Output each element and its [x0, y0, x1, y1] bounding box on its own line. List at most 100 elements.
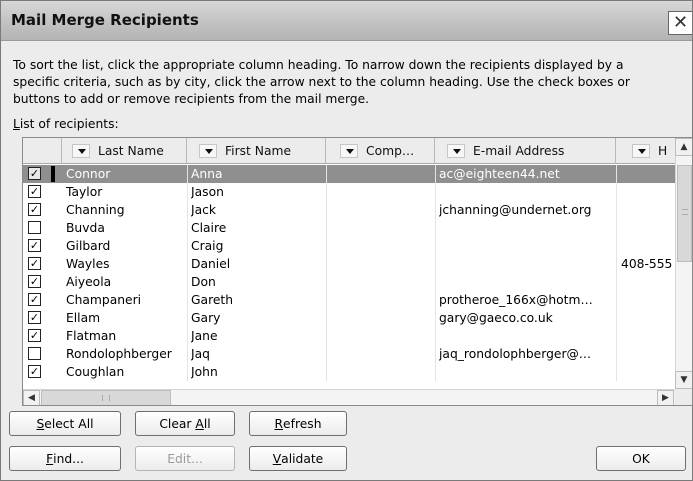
first-name-cell: Jason: [191, 185, 224, 199]
table-row[interactable]: Rondolophberger Jaq jaq_rondolophberger@…: [23, 345, 675, 363]
horizontal-scrollbar[interactable]: ◀ ▶: [23, 389, 675, 405]
email-cell: [439, 183, 615, 201]
column-divider: [435, 165, 436, 183]
email-cell: gary@gaeco.co.uk: [439, 311, 553, 325]
column-divider: [326, 291, 327, 309]
ok-button[interactable]: OK: [596, 446, 686, 471]
company-cell: [327, 291, 433, 309]
instructions-text: To sort the list, click the appropriate …: [13, 57, 683, 108]
column-header-email[interactable]: E-mail Address: [435, 138, 616, 164]
row-focus-marker: [51, 166, 55, 182]
recipient-checkbox[interactable]: ✓: [28, 311, 41, 324]
company-cell: [327, 327, 433, 345]
company-cell: [327, 309, 433, 327]
chevron-down-icon[interactable]: [72, 144, 90, 158]
recipient-checkbox[interactable]: ✓: [28, 239, 41, 252]
title-bar[interactable]: Mail Merge Recipients ✕: [1, 1, 692, 41]
column-header-company[interactable]: Comp…: [326, 138, 435, 164]
checkbox-column-header: [23, 138, 62, 164]
recipient-checkbox[interactable]: [28, 221, 41, 234]
recipient-checkbox[interactable]: ✓: [28, 293, 41, 306]
instructions-line: specific criteria, such as by city, clic…: [13, 75, 630, 89]
table-row[interactable]: ✓ Taylor Jason: [23, 183, 675, 201]
column-divider: [187, 201, 188, 219]
refresh-button[interactable]: Refresh: [249, 411, 347, 436]
column-divider: [435, 363, 436, 381]
column-divider: [616, 273, 617, 291]
h-cell: [621, 291, 675, 309]
h-cell: [621, 237, 675, 255]
column-divider: [326, 183, 327, 201]
last-name-cell: Taylor: [66, 185, 103, 199]
chevron-down-icon[interactable]: [199, 144, 217, 158]
last-name-cell: Rondolophberger: [66, 347, 172, 361]
table-row[interactable]: ✓ Gilbard Craig: [23, 237, 675, 255]
recipient-checkbox[interactable]: ✓: [28, 185, 41, 198]
table-row[interactable]: ✓ Wayles Daniel 408-555: [23, 255, 675, 273]
chevron-down-icon[interactable]: [632, 144, 650, 158]
last-name-cell: Connor: [66, 167, 111, 181]
table-row[interactable]: ✓ Aiyeola Don: [23, 273, 675, 291]
column-divider: [326, 273, 327, 291]
column-divider: [326, 309, 327, 327]
edit-button[interactable]: Edit...: [135, 446, 235, 471]
table-row[interactable]: ✓ Connor Anna ac@eighteen44.net: [23, 165, 675, 183]
column-divider: [616, 201, 617, 219]
vertical-scroll-thumb[interactable]: [677, 165, 692, 262]
column-divider: [616, 363, 617, 381]
mail-merge-recipients-dialog: Mail Merge Recipients ✕ To sort the list…: [0, 0, 693, 481]
column-divider: [435, 219, 436, 237]
column-divider: [435, 345, 436, 363]
scroll-down-button[interactable]: ▼: [675, 371, 692, 389]
h-cell: 408-555: [621, 257, 673, 271]
column-divider: [435, 327, 436, 345]
column-divider: [187, 183, 188, 201]
column-divider: [326, 255, 327, 273]
recipient-checkbox[interactable]: ✓: [28, 329, 41, 342]
scroll-up-button[interactable]: ▲: [675, 138, 692, 156]
close-button[interactable]: ✕: [668, 11, 692, 35]
column-header-h[interactable]: H: [616, 138, 675, 164]
chevron-down-icon[interactable]: [340, 144, 358, 158]
recipient-checkbox[interactable]: [28, 347, 41, 360]
column-header-row: Last Name First Name Comp… E-mail Addres…: [23, 138, 692, 164]
validate-button[interactable]: Validate: [249, 446, 347, 471]
table-row[interactable]: ✓ Ellam Gary gary@gaeco.co.uk: [23, 309, 675, 327]
table-row[interactable]: ✓ Flatman Jane: [23, 327, 675, 345]
company-cell: [327, 273, 433, 291]
last-name-cell: Flatman: [66, 329, 117, 343]
column-header-last-name[interactable]: Last Name: [62, 138, 187, 164]
email-cell: protheroe_166x@hotm…: [439, 293, 593, 307]
column-header-first-name[interactable]: First Name: [187, 138, 326, 164]
recipient-checkbox[interactable]: ✓: [28, 167, 41, 180]
column-divider: [187, 309, 188, 327]
last-name-cell: Ellam: [66, 311, 101, 325]
first-name-cell: Craig: [191, 239, 224, 253]
scroll-right-button[interactable]: ▶: [657, 390, 674, 405]
recipient-checkbox[interactable]: ✓: [28, 275, 41, 288]
select-all-button[interactable]: Select All: [9, 411, 121, 436]
column-divider: [326, 327, 327, 345]
first-name-cell: Claire: [191, 221, 227, 235]
table-row[interactable]: ✓ Channing Jack jchanning@undernet.org: [23, 201, 675, 219]
recipient-checkbox[interactable]: ✓: [28, 203, 41, 216]
column-divider: [616, 327, 617, 345]
scroll-left-button[interactable]: ◀: [23, 390, 40, 405]
horizontal-scroll-thumb[interactable]: [41, 390, 171, 405]
email-cell: jaq_rondolophberger@…: [439, 347, 592, 361]
table-row[interactable]: ✓ Coughlan John: [23, 363, 675, 381]
recipient-checkbox[interactable]: ✓: [28, 365, 41, 378]
recipient-checkbox[interactable]: ✓: [28, 257, 41, 270]
find-button[interactable]: Find...: [9, 446, 121, 471]
h-cell: [621, 183, 675, 201]
recipients-list[interactable]: Last Name First Name Comp… E-mail Addres…: [22, 137, 693, 406]
table-row[interactable]: Buvda Claire: [23, 219, 675, 237]
column-divider: [616, 219, 617, 237]
table-row[interactable]: ✓ Champaneri Gareth protheroe_166x@hotm…: [23, 291, 675, 309]
vertical-scrollbar[interactable]: [675, 156, 692, 389]
column-divider: [435, 255, 436, 273]
clear-all-button[interactable]: Clear All: [135, 411, 235, 436]
chevron-down-icon[interactable]: [447, 144, 465, 158]
last-name-cell: Gilbard: [66, 239, 111, 253]
first-name-cell: Gareth: [191, 293, 234, 307]
